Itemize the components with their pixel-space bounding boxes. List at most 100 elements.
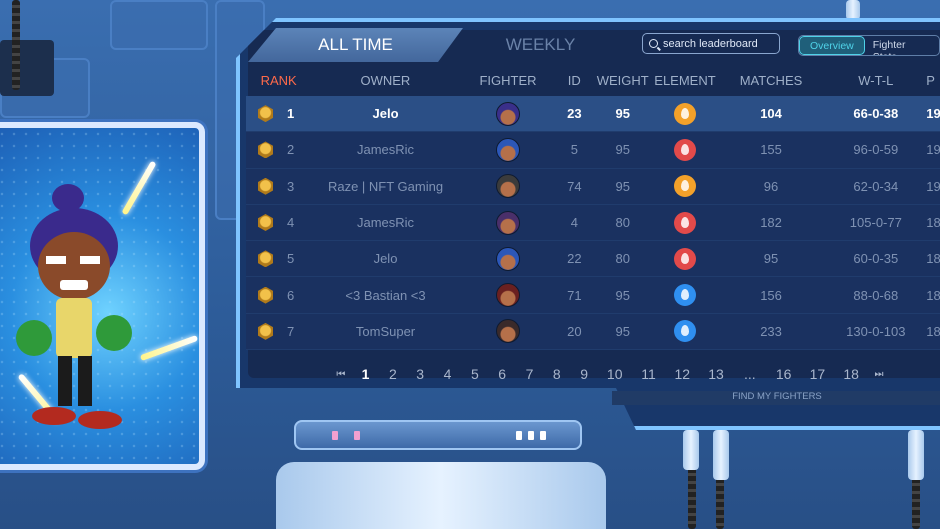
element-icon	[674, 284, 697, 307]
page-number[interactable]: 4	[434, 366, 461, 382]
page-number[interactable]: 8	[543, 366, 570, 382]
fighter-avatar[interactable]	[496, 319, 521, 344]
fighter-stats-toggle[interactable]: Fighter Stats	[865, 36, 939, 55]
page-number[interactable]: 5	[461, 366, 488, 382]
owner-name[interactable]: Raze | NFT Gaming	[311, 179, 459, 194]
bg-cable	[12, 0, 20, 90]
fighter-id: 23	[567, 106, 582, 122]
fighter-avatar[interactable]	[496, 246, 521, 271]
wtl-record: 62-0-34	[853, 178, 899, 194]
fighter-cell	[460, 319, 557, 344]
last-column-value: 18	[926, 251, 940, 267]
overview-toggle[interactable]: Overview	[799, 36, 865, 55]
fighter-avatar[interactable]	[496, 210, 521, 235]
column-owner[interactable]: OWNER	[311, 73, 459, 88]
column-id[interactable]: ID	[556, 73, 592, 88]
bg-pipe	[908, 430, 924, 480]
rank-value: 2	[287, 142, 295, 158]
rank-cell: 2	[246, 141, 311, 159]
indicator-light	[354, 431, 360, 440]
last-column-value: 19	[926, 142, 940, 158]
owner-name[interactable]: TomSuper	[311, 324, 459, 339]
fighter-id: 20	[567, 323, 582, 339]
search-icon	[649, 39, 658, 48]
owner-name[interactable]: Jelo	[311, 106, 459, 121]
indicator-light	[540, 431, 546, 440]
column-element[interactable]: ELEMENT	[653, 73, 716, 88]
page-number[interactable]: 3	[407, 366, 434, 382]
fighter-cell	[460, 137, 557, 162]
rank-cell: 6	[246, 286, 311, 304]
matches-count: 95	[763, 251, 779, 267]
leaderboard-table: 1 Jelo 23 95 104 66-0-38 19 2 JamesRic 5…	[246, 96, 940, 351]
table-header: RANK OWNER FIGHTER ID WEIGHT ELEMENT MAT…	[246, 66, 940, 94]
indicator-light	[516, 431, 522, 440]
indicator-light	[528, 431, 534, 440]
page-number[interactable]: 16	[767, 366, 801, 382]
page-number[interactable]: 18	[834, 366, 868, 382]
rank-cell: 5	[246, 250, 311, 268]
page-number[interactable]: 6	[489, 366, 516, 382]
column-last[interactable]: P	[926, 73, 940, 88]
rank-cell: 1	[246, 105, 311, 123]
element-icon	[674, 175, 697, 198]
owner-name[interactable]: JamesRic	[311, 142, 459, 157]
table-row[interactable]: 5 Jelo 22 80 95 60-0-35 18	[246, 241, 940, 278]
page-number[interactable]: 13	[699, 366, 733, 382]
column-wtl[interactable]: W-T-L	[825, 73, 926, 88]
rank-cell: 4	[246, 214, 311, 232]
wtl-record: 130-0-103	[846, 323, 906, 339]
fighter-id: 5	[570, 142, 578, 158]
control-panel	[294, 420, 582, 450]
page-number[interactable]: 17	[801, 366, 835, 382]
page-number[interactable]: 9	[570, 366, 597, 382]
matches-count: 155	[760, 142, 782, 158]
page-number[interactable]: 7	[516, 366, 543, 382]
page-number[interactable]: 11	[632, 366, 666, 382]
fighter-avatar[interactable]	[496, 101, 521, 126]
fighter-avatar[interactable]	[496, 174, 521, 199]
page-number[interactable]: 2	[379, 366, 406, 382]
column-fighter[interactable]: FIGHTER	[460, 73, 557, 88]
element-cell	[653, 211, 716, 234]
tab-weekly[interactable]: WEEKLY	[443, 28, 638, 62]
page-number[interactable]: 12	[665, 366, 699, 382]
medal-icon	[258, 105, 273, 123]
medal-icon	[258, 214, 273, 232]
tab-all-time[interactable]: ALL TIME	[248, 28, 463, 62]
bg-panel	[110, 0, 208, 50]
table-row[interactable]: 3 Raze | NFT Gaming 74 95 96 62-0-34 19	[246, 168, 940, 205]
medal-icon	[258, 250, 273, 268]
matches-count: 96	[763, 178, 779, 194]
table-row[interactable]: 1 Jelo 23 95 104 66-0-38 19	[246, 96, 940, 133]
wtl-record: 96-0-59	[853, 142, 899, 158]
table-row[interactable]: 4 JamesRic 4 80 182 105-0-77 18	[246, 204, 940, 242]
column-weight[interactable]: WEIGHT	[592, 73, 653, 88]
table-row[interactable]: 2 JamesRic 5 95 155 96-0-59 19	[246, 132, 940, 169]
fighter-cell	[460, 283, 557, 308]
fighter-weight: 95	[615, 287, 630, 303]
fighter-weight: 95	[615, 106, 630, 122]
first-page-icon[interactable]: ⏮	[330, 369, 352, 380]
bg-pipe	[683, 430, 699, 470]
medal-icon	[258, 322, 273, 340]
owner-name[interactable]: Jelo	[311, 251, 459, 266]
find-my-fighters-button[interactable]: FIND MY FIGHTERS	[612, 391, 940, 405]
fighter-cell	[460, 101, 557, 126]
fighter-avatar[interactable]	[496, 137, 521, 162]
last-page-icon[interactable]: ⏭	[868, 369, 890, 380]
medal-icon	[258, 141, 273, 159]
element-icon	[674, 102, 697, 125]
page-number[interactable]: 1	[352, 366, 379, 382]
fighter-avatar[interactable]	[496, 283, 521, 308]
last-column-value: 19	[926, 178, 940, 194]
table-row[interactable]: 6 <3 Bastian <3 71 95 156 88-0-68 18	[246, 277, 940, 314]
owner-name[interactable]: JamesRic	[311, 215, 459, 230]
search-input[interactable]: search leaderboard	[642, 33, 780, 54]
column-matches[interactable]: MATCHES	[717, 73, 826, 88]
page-number[interactable]: 10	[598, 366, 632, 382]
owner-name[interactable]: <3 Bastian <3	[311, 288, 459, 303]
fighter-weight: 80	[615, 251, 630, 267]
table-row[interactable]: 7 TomSuper 20 95 233 130-0-103 18	[246, 313, 940, 351]
column-rank[interactable]: RANK	[246, 73, 311, 88]
